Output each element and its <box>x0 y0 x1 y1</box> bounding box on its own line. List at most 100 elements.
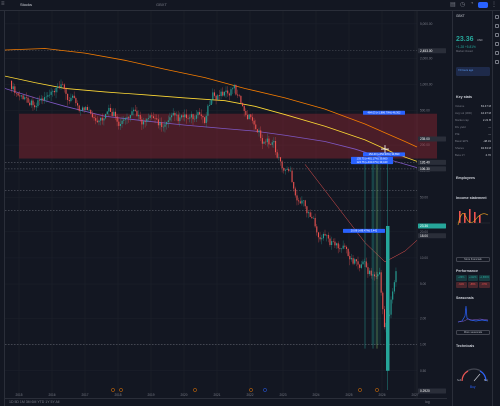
candle-body <box>324 234 326 236</box>
watchlist-icon[interactable]: ▤ <box>450 1 456 8</box>
candle-body <box>192 114 194 120</box>
candle-body <box>354 259 356 264</box>
candle-body <box>293 181 295 189</box>
candle-body <box>230 89 232 96</box>
candle-body <box>133 109 135 112</box>
date-range-label[interactable]: 1D 5D 1M 3M 6M YTD 1Y 5Y All <box>9 400 59 404</box>
candle-body <box>270 144 272 145</box>
candle-body <box>161 122 163 128</box>
alert-icon[interactable]: ◷ <box>460 1 465 8</box>
candle-body <box>85 107 87 111</box>
candle-body <box>355 259 357 262</box>
price-tag-label: 0.2920 <box>420 389 430 393</box>
performance-cell[interactable]: +412% <box>467 275 478 281</box>
seasonals-chart <box>457 305 489 323</box>
price-chart[interactable]: 2015 2016 2017 2018 2019 2020 2021 2022 2023 2024… <box>5 11 447 398</box>
candle-body <box>345 246 348 250</box>
candle-body <box>344 245 346 247</box>
candle-body <box>129 115 131 118</box>
x-tick-label: 2016 <box>48 393 55 397</box>
key-stat-label: Basic EPS <box>455 139 469 143</box>
watchlist-icon[interactable] <box>494 15 499 19</box>
candle-body <box>263 141 265 144</box>
publish-button[interactable] <box>478 2 488 8</box>
candle-body <box>395 271 397 283</box>
calendar-icon[interactable] <box>494 51 499 55</box>
performance-title: Performance <box>456 269 478 273</box>
candle-body <box>205 115 207 123</box>
event-marker-icon[interactable] <box>193 388 197 392</box>
candle-body <box>362 261 364 265</box>
candle-body <box>278 157 280 158</box>
candle-body <box>106 111 108 115</box>
more-icon[interactable]: ⋮ <box>491 1 497 8</box>
candle-body <box>227 90 229 94</box>
performance-cell[interactable]: +1,886% <box>479 275 490 281</box>
candle-body <box>390 299 392 315</box>
alerts-icon[interactable] <box>494 24 499 28</box>
candle-body <box>180 115 183 118</box>
performance-cell[interactable]: +89% <box>456 275 467 281</box>
price-tag-label: 126.40 <box>420 161 430 165</box>
candle-body <box>91 113 93 118</box>
candle-body <box>47 95 49 97</box>
candle-body <box>233 85 235 89</box>
performance-cell[interactable]: -62% <box>456 282 467 288</box>
candle-body <box>213 92 216 96</box>
y-tick-label: 0.50 <box>420 369 426 373</box>
candle-body <box>301 200 303 204</box>
y-tick-label: 5,000.00 <box>420 22 433 26</box>
candle-body <box>101 117 103 121</box>
event-marker-icon[interactable] <box>263 388 267 392</box>
candle-body <box>128 117 130 118</box>
notifications-icon[interactable] <box>494 60 499 64</box>
candle-body <box>245 110 247 115</box>
candle-body <box>319 237 321 240</box>
employees-title: Employees <box>456 176 475 180</box>
ideas-icon[interactable] <box>494 42 499 46</box>
y-tick-label: 1.00 <box>420 343 426 347</box>
candle-body <box>197 112 199 116</box>
candle-body <box>218 95 220 97</box>
price-tag-label: 18.00 <box>420 234 428 238</box>
event-marker-icon[interactable] <box>111 388 115 392</box>
candle-body <box>95 118 97 121</box>
candle-body <box>240 95 242 103</box>
menu-icon[interactable]: ≡ <box>1 1 5 7</box>
event-marker-icon[interactable] <box>358 388 362 392</box>
panel-session: Market Closed <box>456 50 473 53</box>
candle-body <box>357 261 359 265</box>
performance-cell[interactable]: -97% <box>479 282 490 288</box>
chat-icon[interactable] <box>494 33 499 37</box>
candle-body <box>271 142 273 145</box>
x-tick-label: 2022 <box>246 393 253 397</box>
notification-icon[interactable]: ◔ <box>470 1 474 7</box>
chart-canvas[interactable]: 2015 2016 2017 2018 2019 2020 2021 2022 2023 2024… <box>5 11 447 398</box>
symbol-search[interactable]: Stocks <box>20 2 32 7</box>
panel-ticker: GBXT <box>456 14 465 18</box>
event-marker-icon[interactable] <box>375 388 379 392</box>
performance-cell[interactable]: -88% <box>467 282 478 288</box>
candle-body <box>281 161 283 169</box>
ticker-label[interactable]: GBXT <box>156 2 167 7</box>
price-tag-label: 2,453.00 <box>420 49 433 53</box>
price-tag-label: 106.30 <box>420 167 430 171</box>
x-tick-label: 2019 <box>147 393 154 397</box>
key-stat-row: Shares 94.63 M <box>455 146 491 150</box>
key-stat-row: P/E — <box>455 132 491 136</box>
candle-body <box>166 122 168 125</box>
more-seasonals-button[interactable]: More seasonals <box>456 330 490 335</box>
candle-body <box>22 95 24 100</box>
candle-body <box>147 117 150 119</box>
candle-body <box>103 118 105 121</box>
news-badge[interactable]: 72 hours ago <box>456 67 490 76</box>
more-financials-button[interactable]: More financials <box>456 257 490 262</box>
event-marker-icon[interactable] <box>119 388 123 392</box>
ma-red-line <box>304 164 418 263</box>
candle-body <box>326 234 328 236</box>
x-tick-label: 2018 <box>114 393 121 397</box>
zoom-mode[interactable]: log <box>425 400 430 404</box>
candle-body <box>176 114 178 116</box>
candle-body <box>268 138 270 145</box>
candle-body <box>349 255 351 260</box>
